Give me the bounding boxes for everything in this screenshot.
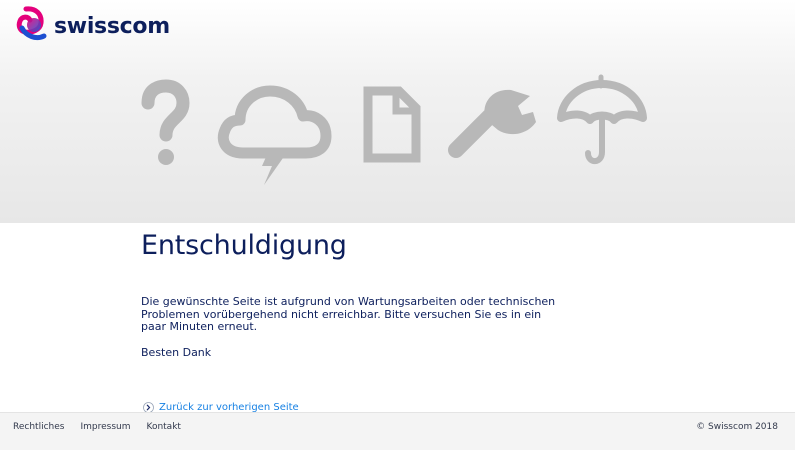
footer-link-kontakt[interactable]: Kontakt [146,422,180,432]
question-mark-dot [158,149,174,165]
footer: Rechtliches Impressum Kontakt © Swisscom… [0,412,795,450]
umbrella-icon [557,74,647,165]
footer-links: Rechtliches Impressum Kontakt [13,422,197,432]
hero-icons [141,74,647,185]
wrench-icon [448,89,536,158]
footer-link-rechtliches[interactable]: Rechtliches [13,422,64,432]
footer-link-impressum[interactable]: Impressum [80,422,130,432]
thanks-text: Besten Dank [141,345,212,359]
page-title: Entschuldigung [141,230,347,261]
thunder-cloud-icon [217,85,332,185]
error-message: Die gewünschte Seite ist aufgrund von Wa… [141,295,556,333]
main-content: Entschuldigung Die gewünschte Seite ist … [141,230,561,359]
document-icon [363,86,421,163]
hero-banner: swisscom [0,0,795,223]
copyright-text: © Swisscom 2018 [696,422,778,432]
question-mark-icon [141,79,190,142]
